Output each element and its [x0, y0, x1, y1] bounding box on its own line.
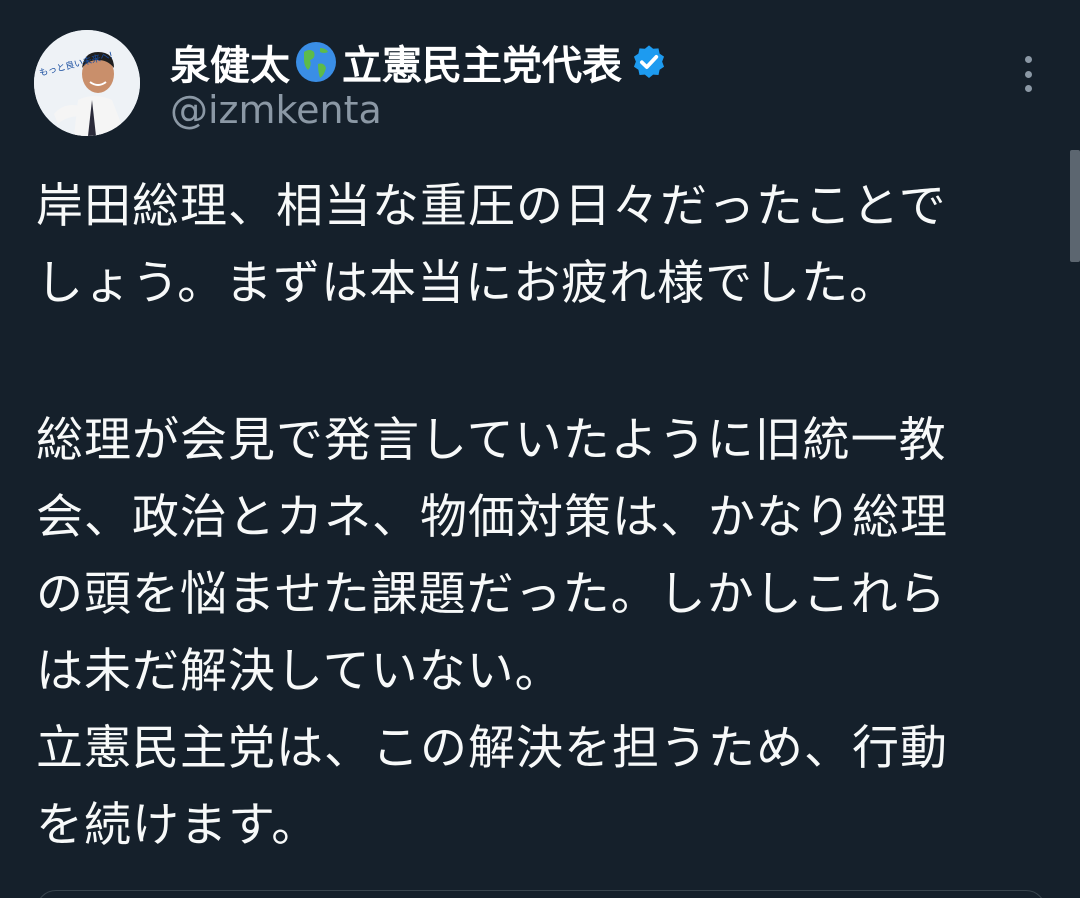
embedded-card[interactable] [36, 890, 1046, 898]
more-dot [1024, 85, 1032, 92]
tweet-line: の頭を悩ませた課題だった。しかしこれら [36, 567, 947, 622]
verified-badge-icon[interactable] [630, 43, 668, 81]
tweet-line: 会、政治とカネ、物価対策は、かなり総理 [36, 490, 948, 545]
earth-globe-icon [294, 40, 338, 84]
tweet-line: 総理が会見で発言していたように旧統一教 [36, 413, 947, 468]
scrollbar[interactable] [1070, 150, 1080, 262]
tweet-view: もっと良い未来へ! 泉健太 立憲民主党代表 @izmkenta 岸田総理、相当な… [0, 0, 1080, 898]
tweet-line: を続けます。 [36, 798, 320, 853]
avatar-image: もっと良い未来へ! [34, 30, 140, 136]
tweet-text: 岸田総理、相当な重圧の日々だったことで しょう。まずは本当にお疲れ様でした。 総… [36, 168, 1046, 864]
display-name[interactable]: 泉健太 [170, 33, 290, 91]
author-name-row[interactable]: 泉健太 立憲民主党代表 [170, 34, 668, 90]
tweet-line: しょう。まずは本当にお疲れ様でした。 [36, 256, 898, 311]
tweet-line: 岸田総理、相当な重圧の日々だったことで [36, 179, 947, 234]
tweet-line: は未だ解決していない。 [36, 644, 563, 699]
tweet-line: 立憲民主党は、この解決を担うため、行動 [36, 721, 948, 776]
author-handle[interactable]: @izmkenta [170, 88, 382, 132]
avatar[interactable]: もっと良い未来へ! [34, 30, 140, 136]
display-name-suffix[interactable]: 立憲民主党代表 [342, 33, 622, 91]
more-dot [1024, 56, 1032, 63]
more-options-icon[interactable] [1010, 52, 1046, 96]
more-dot [1024, 70, 1032, 78]
